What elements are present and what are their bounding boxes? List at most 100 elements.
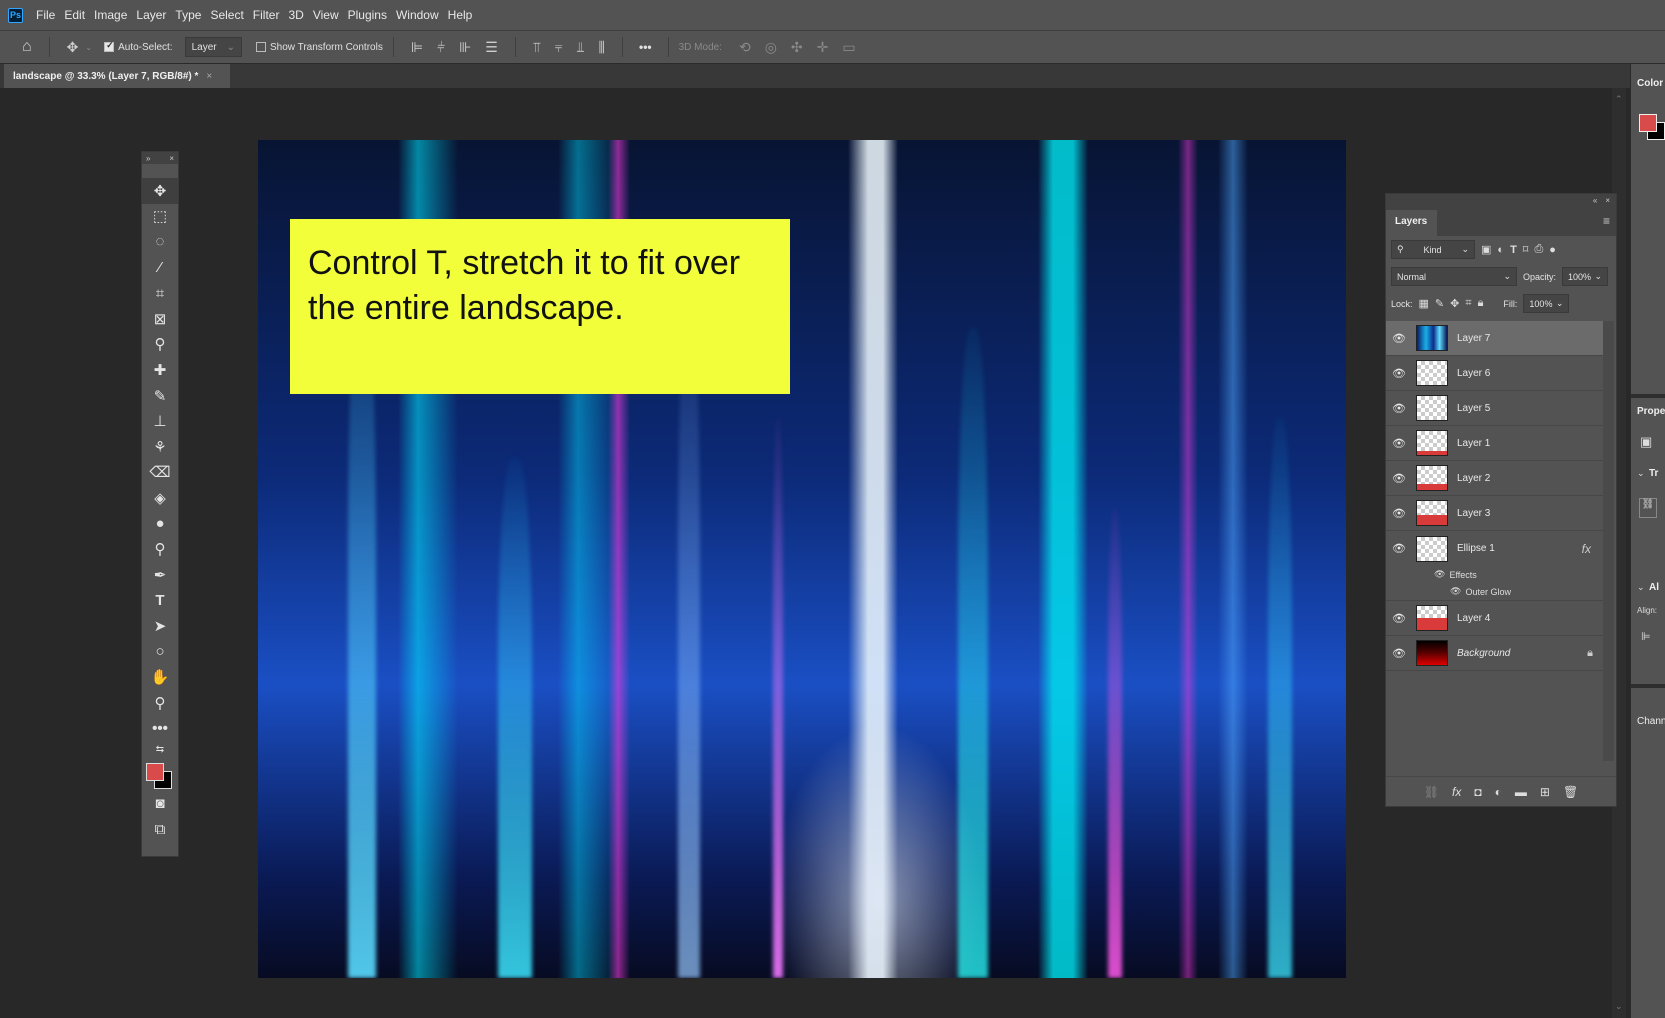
layer-row-layer-2[interactable]: 👁︎ Layer 2 [1386, 461, 1605, 496]
eraser-tool[interactable]: ⌫ [142, 460, 178, 486]
align-left-edges-icon[interactable]: ⊫ [411, 39, 423, 56]
layer-row-layer-6[interactable]: 👁︎ Layer 6 [1386, 356, 1605, 391]
screen-mode-icon[interactable]: ⧉ [142, 817, 178, 843]
path-selection-tool[interactable]: ➤ [142, 613, 178, 639]
align-section-label[interactable]: Al [1649, 582, 1659, 593]
align-right-edges-icon[interactable]: ⊪ [459, 39, 471, 56]
layers-panel-titlebar[interactable]: « × [1386, 194, 1616, 206]
properties-panel-label[interactable]: Prope [1637, 406, 1665, 417]
visibility-eye-icon[interactable]: 👁︎ [1386, 507, 1412, 520]
expand-icon[interactable]: » [146, 154, 150, 163]
swap-colors-icon[interactable]: ⇆ [142, 741, 178, 757]
edit-toolbar-icon[interactable]: ••• [142, 715, 178, 741]
new-layer-icon[interactable]: ⊞ [1540, 785, 1550, 799]
3d-camera-icon[interactable]: ▭ [842, 39, 855, 56]
visibility-eye-icon[interactable]: 👁︎ [1386, 332, 1412, 345]
visibility-eye-icon[interactable]: 👁︎ [1386, 612, 1412, 625]
align-bottom-edges-icon[interactable]: ⫫ [577, 39, 585, 56]
layer-row-layer-1[interactable]: 👁︎ Layer 1 [1386, 426, 1605, 461]
quick-mask-icon[interactable]: ◙ [142, 791, 178, 817]
lock-transparent-icon[interactable]: ▦ [1419, 297, 1429, 310]
menu-view[interactable]: View [313, 8, 339, 22]
ellipse-tool[interactable]: ○ [142, 639, 178, 665]
menu-type[interactable]: Type [175, 8, 201, 22]
quick-selection-tool[interactable]: ⁄ [142, 255, 178, 281]
filter-kind-dropdown[interactable]: ⚲ Kind ⌄ [1391, 240, 1475, 259]
filter-shape-icon[interactable]: ⌑ [1523, 243, 1529, 256]
layer-row-background[interactable]: 👁︎ Background 🔒︎ [1386, 636, 1605, 671]
filter-pixel-icon[interactable]: ▣ [1481, 243, 1491, 256]
blend-mode-dropdown[interactable]: Normal ⌄ [1391, 267, 1517, 286]
filter-toggle-icon[interactable]: ● [1549, 244, 1556, 256]
clone-stamp-tool[interactable]: ⊥ [142, 408, 178, 434]
3d-slide-icon[interactable]: ✛ [817, 39, 829, 56]
collapse-icon[interactable]: « [1593, 196, 1597, 205]
layer-row-ellipse-1[interactable]: 👁︎ Ellipse 1 fx 👁︎ Effects 👁︎ Outer Glow [1386, 531, 1605, 601]
lock-artboard-icon[interactable]: ⌗ [1465, 297, 1471, 310]
visibility-eye-icon[interactable]: 👁︎ [1386, 437, 1412, 450]
pen-tool[interactable]: ✒ [142, 562, 178, 588]
menu-3d[interactable]: 3D [288, 8, 303, 22]
panel-menu-icon[interactable]: ≡ [1603, 214, 1610, 228]
filter-adjustment-icon[interactable]: ◐ [1497, 244, 1504, 256]
lock-position-icon[interactable]: ✥ [1450, 297, 1459, 310]
new-group-icon[interactable]: ▬ [1515, 785, 1527, 799]
menu-window[interactable]: Window [396, 8, 439, 22]
distribute-horizontal-icon[interactable]: ⫼ [599, 39, 605, 56]
align-vertical-centers-icon[interactable]: ⫧ [555, 39, 563, 56]
history-brush-tool[interactable]: ⚘ [142, 434, 178, 460]
visibility-eye-icon[interactable]: 👁︎ [1450, 586, 1461, 597]
blur-tool[interactable]: ● [142, 511, 178, 537]
menu-plugins[interactable]: Plugins [348, 8, 387, 22]
auto-select-dropdown[interactable]: Layer ⌄ [184, 37, 242, 57]
visibility-eye-icon[interactable]: 👁︎ [1386, 647, 1412, 660]
align-left-icon[interactable]: ⊫ [1641, 630, 1651, 643]
link-icon[interactable]: ⛓︎ [1639, 498, 1657, 518]
menu-help[interactable]: Help [448, 8, 473, 22]
3d-roll-icon[interactable]: ◎ [765, 39, 777, 56]
scroll-down-icon[interactable]: ⌄ [1615, 1001, 1623, 1012]
visibility-eye-icon[interactable]: 👁︎ [1434, 569, 1445, 580]
delete-layer-icon[interactable]: 🗑︎ [1563, 785, 1578, 799]
close-icon[interactable]: × [169, 154, 174, 163]
zoom-tool[interactable]: ⚲ [142, 690, 178, 716]
lock-all-icon[interactable]: 🔒︎ [1478, 297, 1484, 310]
dodge-tool[interactable]: ⚲ [142, 536, 178, 562]
menu-filter[interactable]: Filter [253, 8, 280, 22]
chevron-down-icon[interactable]: ⌄ [1637, 582, 1645, 593]
crop-tool[interactable]: ⌗ [142, 280, 178, 306]
filter-type-icon[interactable]: T [1510, 244, 1517, 256]
visibility-eye-icon[interactable]: 👁︎ [1386, 367, 1412, 380]
adjustment-layer-icon[interactable]: ◐ [1495, 785, 1502, 799]
fx-icon[interactable]: fx [1582, 542, 1591, 556]
hand-tool[interactable]: ✋ [142, 664, 178, 690]
layers-scrollbar[interactable] [1603, 321, 1614, 761]
effects-row[interactable]: 👁︎ Effects [1386, 566, 1605, 583]
menu-edit[interactable]: Edit [64, 8, 85, 22]
chevron-down-icon[interactable]: ⌄ [85, 43, 92, 52]
transform-section-label[interactable]: Tr [1649, 468, 1658, 479]
outer-glow-row[interactable]: 👁︎ Outer Glow [1386, 583, 1605, 600]
menu-file[interactable]: File [36, 8, 55, 22]
document-tab[interactable]: landscape @ 33.3% (Layer 7, RGB/8#) * × [4, 64, 230, 88]
foreground-color-swatch[interactable] [146, 763, 164, 782]
menu-image[interactable]: Image [94, 8, 127, 22]
align-horizontal-centers-icon[interactable]: ⫩ [437, 39, 445, 56]
visibility-eye-icon[interactable]: 👁︎ [1386, 402, 1412, 415]
link-layers-icon[interactable]: ⛓︎ [1424, 785, 1439, 799]
type-tool[interactable]: T [142, 588, 178, 614]
brush-tool[interactable]: ✎ [142, 383, 178, 409]
filter-smart-object-icon[interactable]: ⎙ [1534, 243, 1543, 256]
align-top-edges-icon[interactable]: ⫪ [533, 39, 541, 56]
chevron-down-icon[interactable]: ⌄ [1637, 468, 1645, 479]
distribute-vertical-icon[interactable]: ☰ [485, 39, 498, 56]
eyedropper-tool[interactable]: ⚲ [142, 332, 178, 358]
visibility-eye-icon[interactable]: 👁︎ [1386, 472, 1412, 485]
add-layer-style-icon[interactable]: fx [1452, 785, 1461, 799]
lock-image-icon[interactable]: ✎ [1435, 297, 1444, 310]
more-options-button[interactable]: ••• [639, 40, 652, 54]
channels-panel-label[interactable]: Chann [1637, 716, 1665, 727]
fill-field[interactable]: 100% ⌄ [1523, 294, 1570, 313]
close-icon[interactable]: × [1605, 196, 1610, 205]
marquee-tool[interactable]: ⬚ [142, 204, 178, 230]
